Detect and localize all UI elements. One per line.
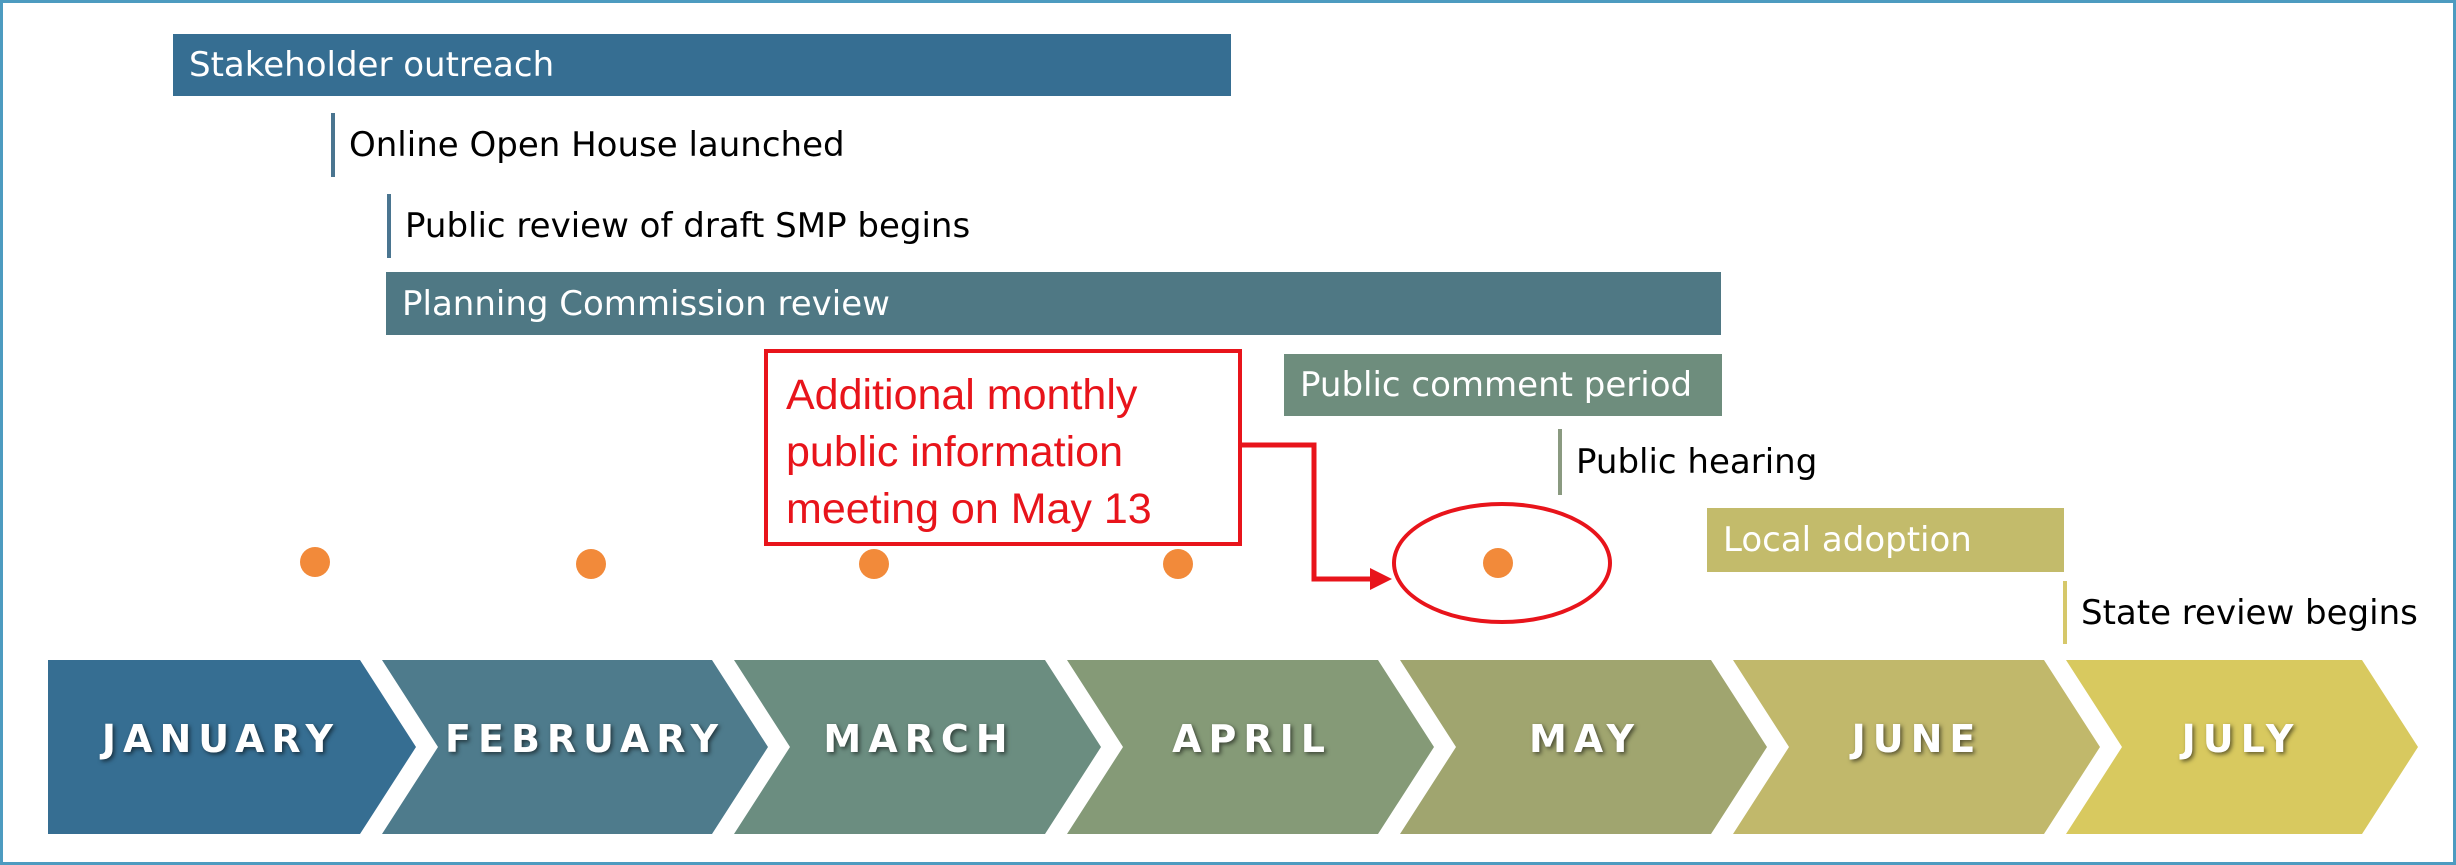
month-label-february: FEBRUARY xyxy=(445,717,725,761)
month-label-may: MAY xyxy=(1528,717,1642,761)
month-label-january: JANUARY xyxy=(101,717,341,761)
month-label-april: APRIL xyxy=(1172,717,1332,761)
month-label-july: JULY xyxy=(2181,717,2301,761)
month-label-june: JUNE xyxy=(1851,717,1983,761)
callout-box: Additional monthly public information me… xyxy=(764,349,1242,546)
callout-line: Additional monthly xyxy=(786,371,1138,419)
callout-line: meeting on May 13 xyxy=(786,485,1152,533)
callout-line: public information xyxy=(786,428,1124,476)
month-label-march: MARCH xyxy=(823,717,1015,761)
